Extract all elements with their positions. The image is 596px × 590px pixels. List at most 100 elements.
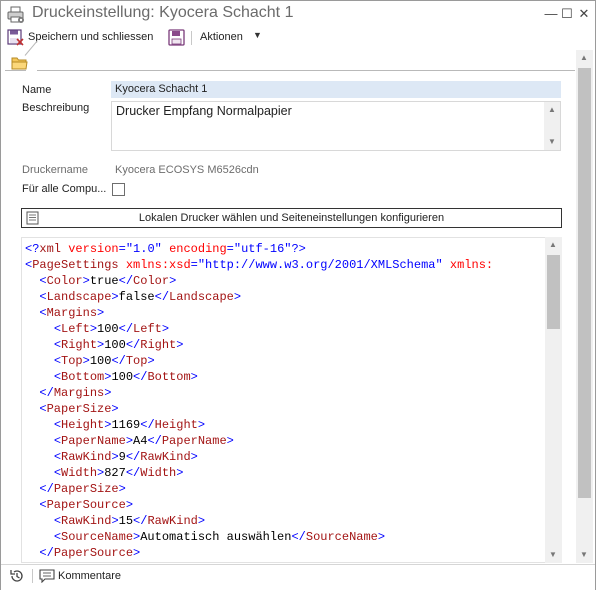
scroll-up-icon[interactable]: ▲ <box>576 50 592 66</box>
description-scrollbar[interactable]: ▲ ▼ <box>544 102 560 150</box>
scroll-down-icon[interactable]: ▼ <box>545 547 561 563</box>
dialog-window: Druckeinstellung: Kyocera Schacht 1 — ☐ … <box>0 0 596 590</box>
xml-line: <Height>1169</Height> <box>25 417 493 433</box>
xml-line: <RawKind>15</RawKind> <box>25 513 493 529</box>
scroll-up-icon[interactable]: ▲ <box>544 102 560 118</box>
xml-token: > <box>111 402 119 416</box>
xml-token: > <box>226 434 234 448</box>
xml-token: > <box>97 306 105 320</box>
xml-token: </ <box>125 450 141 464</box>
xml-token: PaperSize <box>53 482 119 496</box>
xml-line: <Width>827</Width> <box>25 465 493 481</box>
xml-token: > <box>118 482 126 496</box>
description-textarea[interactable]: Drucker Empfang Normalpapier ▲ ▼ <box>111 101 561 151</box>
xml-token: > <box>82 354 90 368</box>
xml-token: Width <box>61 466 98 480</box>
xml-token: < <box>53 434 62 448</box>
xml-token: "utf-16" <box>233 242 292 256</box>
xml-token: > <box>176 338 184 352</box>
xml-token: Right <box>140 338 177 352</box>
scroll-down-icon[interactable]: ▼ <box>576 547 592 563</box>
folder-icon[interactable] <box>11 56 28 70</box>
xml-editor[interactable]: <?xml version="1.0" encoding="utf-16"?> <… <box>21 237 562 563</box>
toolbar-separator <box>191 31 192 45</box>
xml-token: > <box>233 290 242 304</box>
tab-divider-line <box>37 70 575 71</box>
all-computers-label: Für alle Compu... <box>22 183 107 195</box>
floppy-disk-icon[interactable] <box>168 29 185 46</box>
xml-token: Color <box>133 274 170 288</box>
name-input[interactable]: Kyocera Schacht 1 <box>111 81 561 98</box>
xml-token: </ <box>118 322 134 336</box>
select-printer-label: Lokalen Drucker wählen und Seiteneinstel… <box>138 212 445 224</box>
select-printer-button[interactable]: Lokalen Drucker wählen und Seiteneinstel… <box>21 208 562 228</box>
xml-token: Left <box>61 322 90 336</box>
all-computers-checkbox[interactable] <box>112 183 125 196</box>
xml-token: encoding <box>169 242 227 256</box>
xml-token: 9 <box>118 450 126 464</box>
save-and-close-label: Speichern und schliessen <box>28 31 154 43</box>
title-bar: Druckeinstellung: Kyocera Schacht 1 — ☐ … <box>1 1 595 28</box>
xml-line: <RawKind>9</RawKind> <box>25 449 493 465</box>
xml-token: > <box>133 546 141 560</box>
xml-token: PaperName <box>61 434 126 448</box>
xml-token: true <box>89 274 119 288</box>
xml-token: < <box>53 370 62 384</box>
description-value: Drucker Empfang Normalpapier <box>116 104 292 118</box>
chevron-down-icon[interactable]: ▼ <box>253 30 262 40</box>
xml-editor-scrollbar[interactable]: ▲ ▼ <box>545 237 562 563</box>
printer-settings-icon <box>7 6 24 23</box>
xml-token: Color <box>46 274 83 288</box>
xml-token: PaperSize <box>46 402 112 416</box>
xml-token: = <box>190 258 198 272</box>
comments-label: Kommentare <box>58 570 121 582</box>
xml-token: </ <box>133 514 148 528</box>
xml-token: < <box>53 338 62 352</box>
xml-token: Top <box>61 354 83 368</box>
xml-token: </ <box>140 418 155 432</box>
maximize-button[interactable]: ☐ <box>560 7 574 21</box>
xml-line: <SourceName>Automatisch auswählen</Sourc… <box>25 529 493 545</box>
panel-scrollbar[interactable]: ▲ ▼ <box>576 50 593 563</box>
xml-line: <Color>true</Color> <box>25 273 493 289</box>
xml-token: Width <box>140 466 177 480</box>
minimize-button[interactable]: — <box>544 7 558 21</box>
scroll-up-icon[interactable]: ▲ <box>545 237 561 253</box>
xml-line: <Landscape>false</Landscape> <box>25 289 493 305</box>
close-button[interactable]: ✕ <box>577 7 591 21</box>
xml-line: <Left>100</Left> <box>25 321 493 337</box>
xml-line: </Margins> <box>25 385 493 401</box>
xml-token: > <box>111 290 119 304</box>
xml-line: <PaperSize> <box>25 401 493 417</box>
xml-token: Landscape <box>169 290 234 304</box>
scroll-down-icon[interactable]: ▼ <box>544 134 560 150</box>
xml-token: </ <box>154 290 170 304</box>
window-title: Druckeinstellung: Kyocera Schacht 1 <box>32 4 294 21</box>
xml-token: < <box>53 514 62 528</box>
xml-token: > <box>111 514 119 528</box>
xml-token: false <box>118 290 155 304</box>
scrollbar-thumb[interactable] <box>547 255 560 329</box>
xml-token: ?> <box>291 242 306 256</box>
history-icon[interactable] <box>9 568 25 584</box>
actions-menu-button[interactable]: Aktionen <box>200 31 243 43</box>
xml-line: <PaperName>A4</PaperName> <box>25 433 493 449</box>
xml-token: 100 <box>111 370 134 384</box>
xml-token: Bottom <box>61 370 105 384</box>
xml-token: Left <box>133 322 162 336</box>
printer-name-label: Druckername <box>22 164 89 176</box>
xml-token: < <box>39 306 47 320</box>
xml-line: <PageSettings xmlns:xsd="http://www.w3.o… <box>25 257 493 273</box>
scrollbar-thumb[interactable] <box>578 68 591 498</box>
xml-line: <PaperSource> <box>25 497 493 513</box>
xml-token: < <box>39 274 47 288</box>
xml-token: > <box>169 274 177 288</box>
xml-token <box>162 242 169 256</box>
xml-token: Top <box>125 354 148 368</box>
xml-token: Right <box>61 338 98 352</box>
xml-token: Landscape <box>46 290 112 304</box>
xml-token: A4 <box>133 434 148 448</box>
xml-token: Automatisch auswählen <box>140 530 292 544</box>
xml-token: > <box>125 498 134 512</box>
xml-token: PageSettings <box>32 258 119 272</box>
